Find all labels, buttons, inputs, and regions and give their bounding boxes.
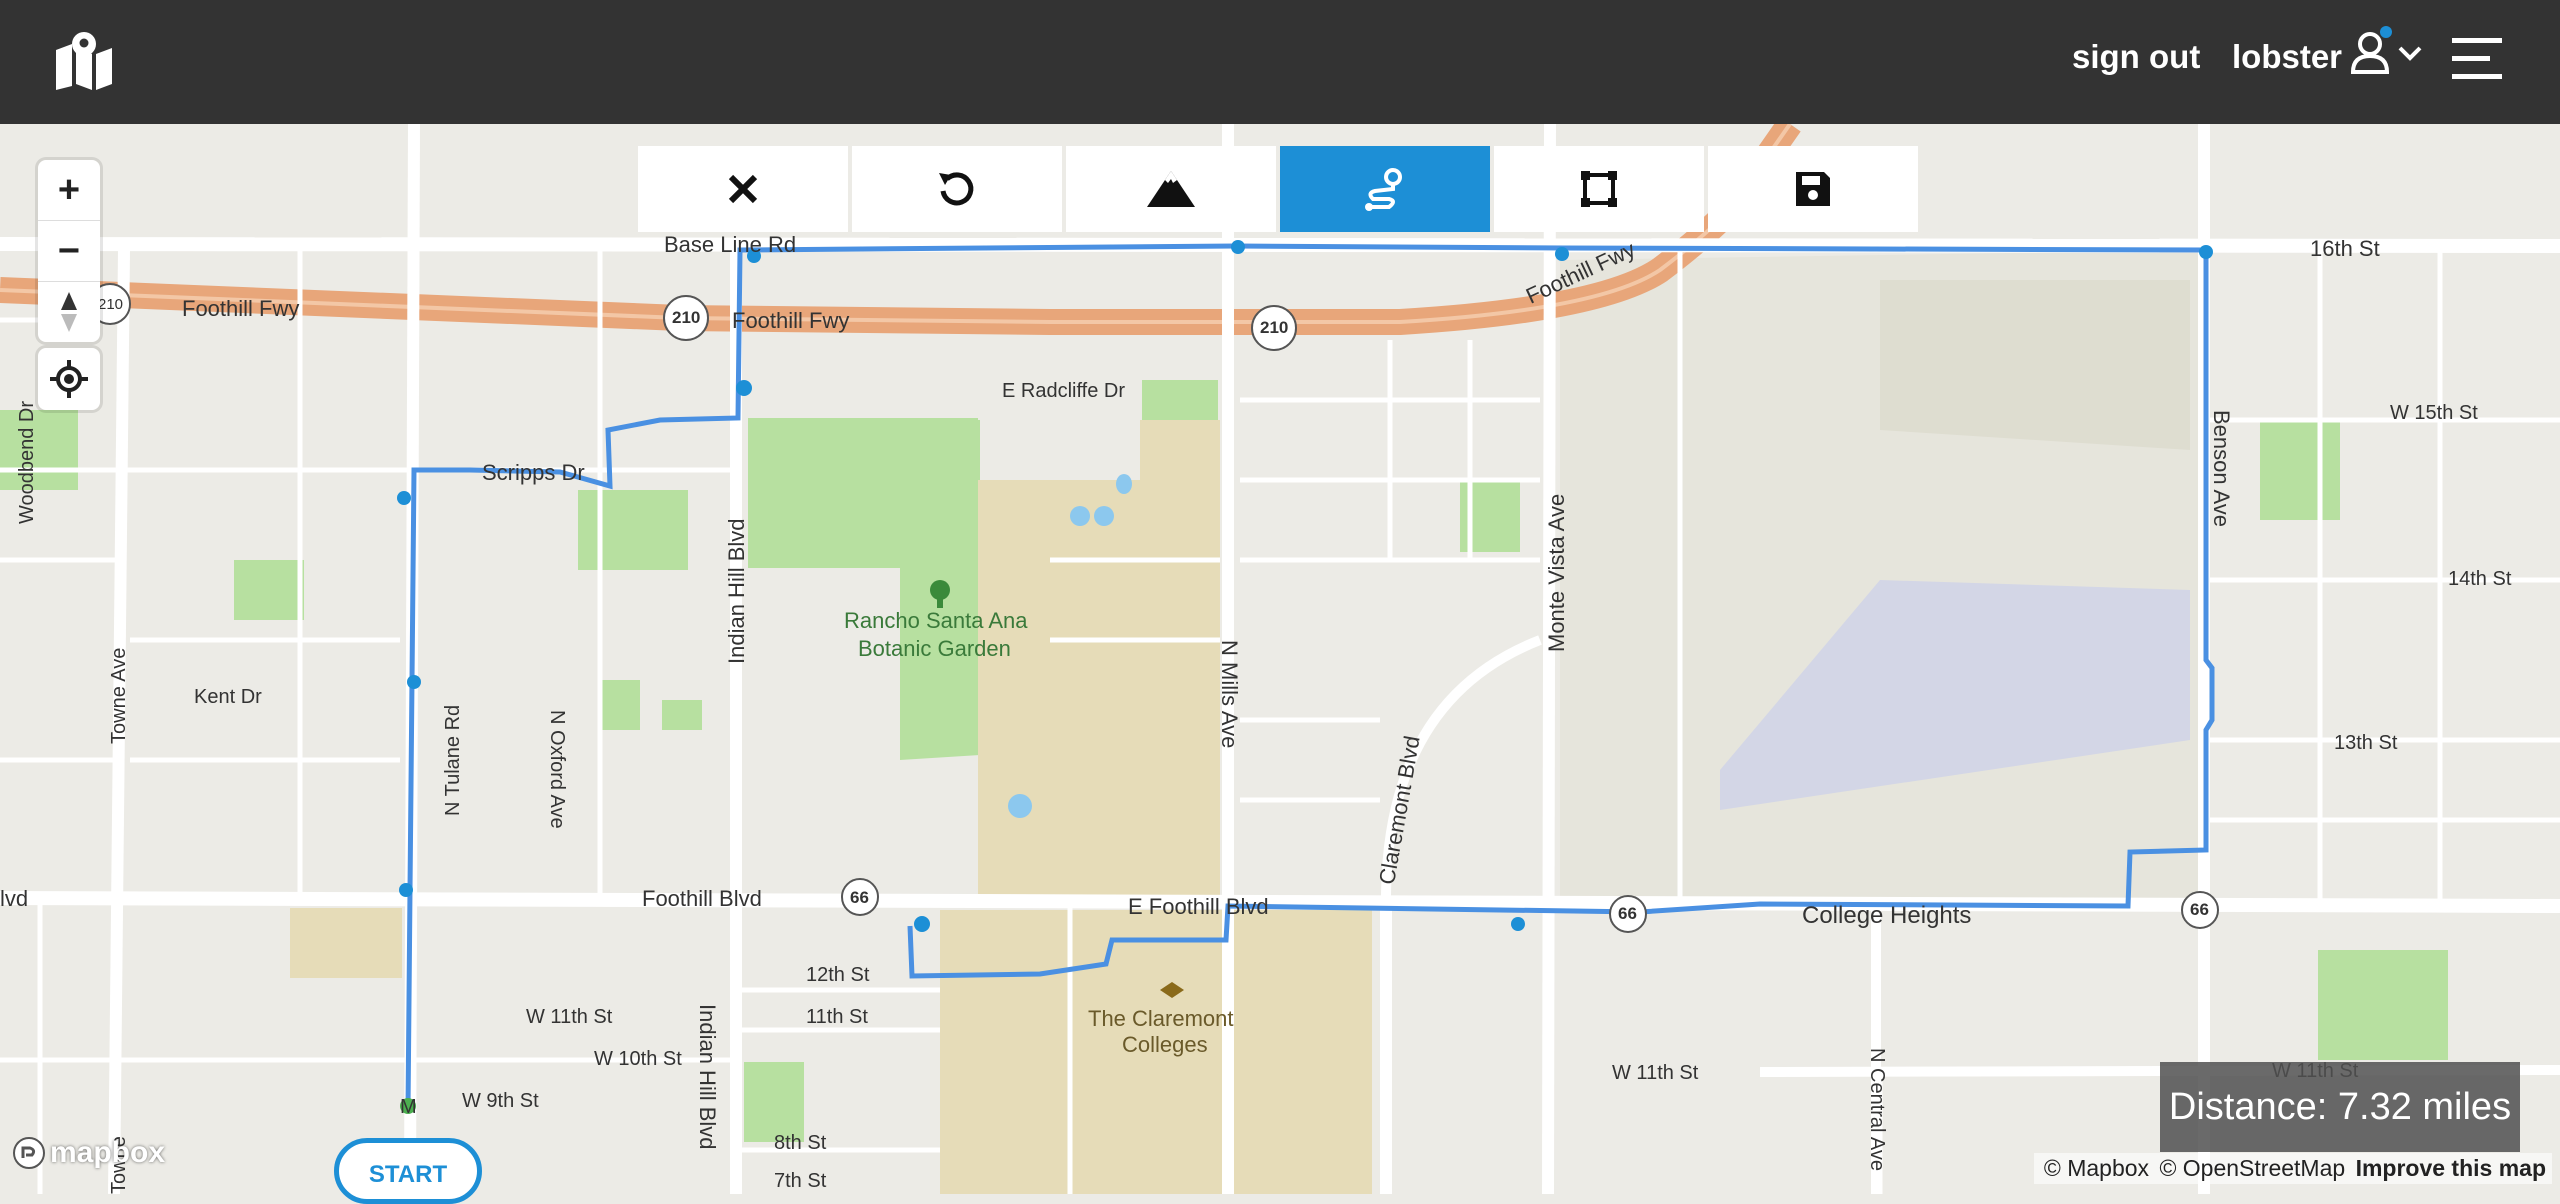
start-button[interactable]: START	[334, 1138, 482, 1204]
locate-me-button[interactable]	[38, 348, 100, 410]
map-canvas[interactable]: Base Line Rd Foothill Fwy Foothill Fwy F…	[0, 124, 2560, 1194]
mapbox-logo-text: mapbox	[50, 1136, 166, 1169]
close-icon	[728, 174, 758, 204]
improve-map-link[interactable]: Improve this map	[2356, 1155, 2546, 1181]
mapbox-logo[interactable]: mapbox	[12, 1136, 165, 1170]
close-button[interactable]	[638, 146, 848, 232]
polygon-icon	[1581, 171, 1617, 207]
mapbox-logo-icon	[13, 1137, 45, 1169]
undo-icon	[939, 172, 974, 206]
map-pin-logo-icon[interactable]	[52, 28, 116, 92]
compass-button[interactable]	[38, 282, 100, 342]
distance-readout: Distance: 7.32 miles	[2160, 1062, 2520, 1152]
compass-icon	[61, 292, 77, 332]
sign-out-link[interactable]: sign out	[2072, 38, 2200, 76]
user-icon[interactable]	[2350, 26, 2434, 82]
zoom-in-button[interactable]: +	[38, 160, 100, 221]
zoom-controls: + −	[38, 160, 100, 342]
map-attribution: © Mapbox © OpenStreetMap Improve this ma…	[2033, 1153, 2552, 1184]
minus-icon: −	[57, 229, 81, 272]
plus-icon: +	[57, 168, 81, 211]
route-icon	[1365, 168, 1402, 211]
attrib-mapbox[interactable]: © Mapbox	[2044, 1155, 2149, 1181]
hamburger-menu-icon[interactable]	[2448, 36, 2508, 80]
attrib-osm[interactable]: © OpenStreetMap	[2159, 1155, 2345, 1181]
save-icon	[1796, 172, 1830, 206]
route-button[interactable]	[1280, 146, 1490, 232]
shape-button[interactable]	[1494, 146, 1704, 232]
mountain-icon	[1147, 171, 1195, 207]
map-base	[0, 124, 2560, 1194]
save-button[interactable]	[1708, 146, 1918, 232]
locate-icon	[50, 360, 88, 398]
zoom-out-button[interactable]: −	[38, 221, 100, 282]
undo-button[interactable]	[852, 146, 1062, 232]
map-toolbar	[638, 146, 1918, 232]
top-navigation-bar: sign out lobster	[0, 0, 2560, 124]
username-label: lobster	[2232, 38, 2343, 75]
elevation-button[interactable]	[1066, 146, 1276, 232]
